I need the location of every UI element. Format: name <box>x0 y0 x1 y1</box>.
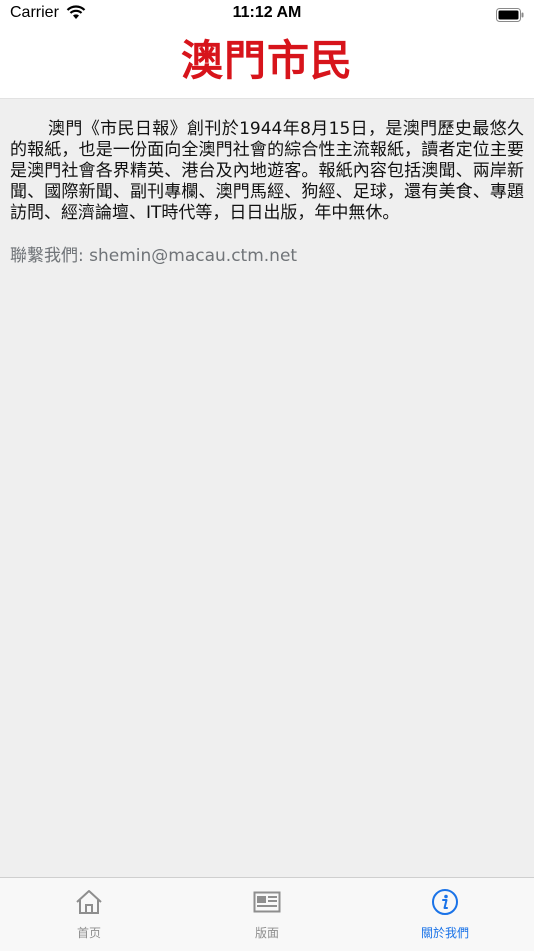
status-bar: Carrier 11:12 AM <box>0 0 534 28</box>
about-description: 澳門《市民日報》創刊於1944年8月15日，是澳門歷史最悠久的報紙，也是一份面向… <box>10 119 524 223</box>
tab-about[interactable]: 關於我們 <box>356 878 534 951</box>
contact-info[interactable]: 聯繫我們: shemin@macau.ctm.net <box>10 245 524 267</box>
tab-home[interactable]: 首页 <box>0 878 178 951</box>
about-content: 澳門《市民日報》創刊於1944年8月15日，是澳門歷史最悠久的報紙，也是一份面向… <box>10 98 524 267</box>
tab-home-label: 首页 <box>76 926 101 940</box>
status-time: 11:12 AM <box>232 4 302 21</box>
battery-icon <box>496 7 524 26</box>
tab-layout-label: 版面 <box>254 926 279 940</box>
newspaper-icon <box>253 888 281 916</box>
home-icon <box>75 888 103 916</box>
nav-bar: 澳門市民 <box>0 28 534 99</box>
tab-about-label: 關於我們 <box>420 926 469 940</box>
tab-bar: 首页 版面 關於我們 <box>0 877 534 951</box>
app-logo: 澳門市民 <box>180 36 353 85</box>
info-icon <box>431 888 459 916</box>
tab-layout[interactable]: 版面 <box>178 878 356 951</box>
